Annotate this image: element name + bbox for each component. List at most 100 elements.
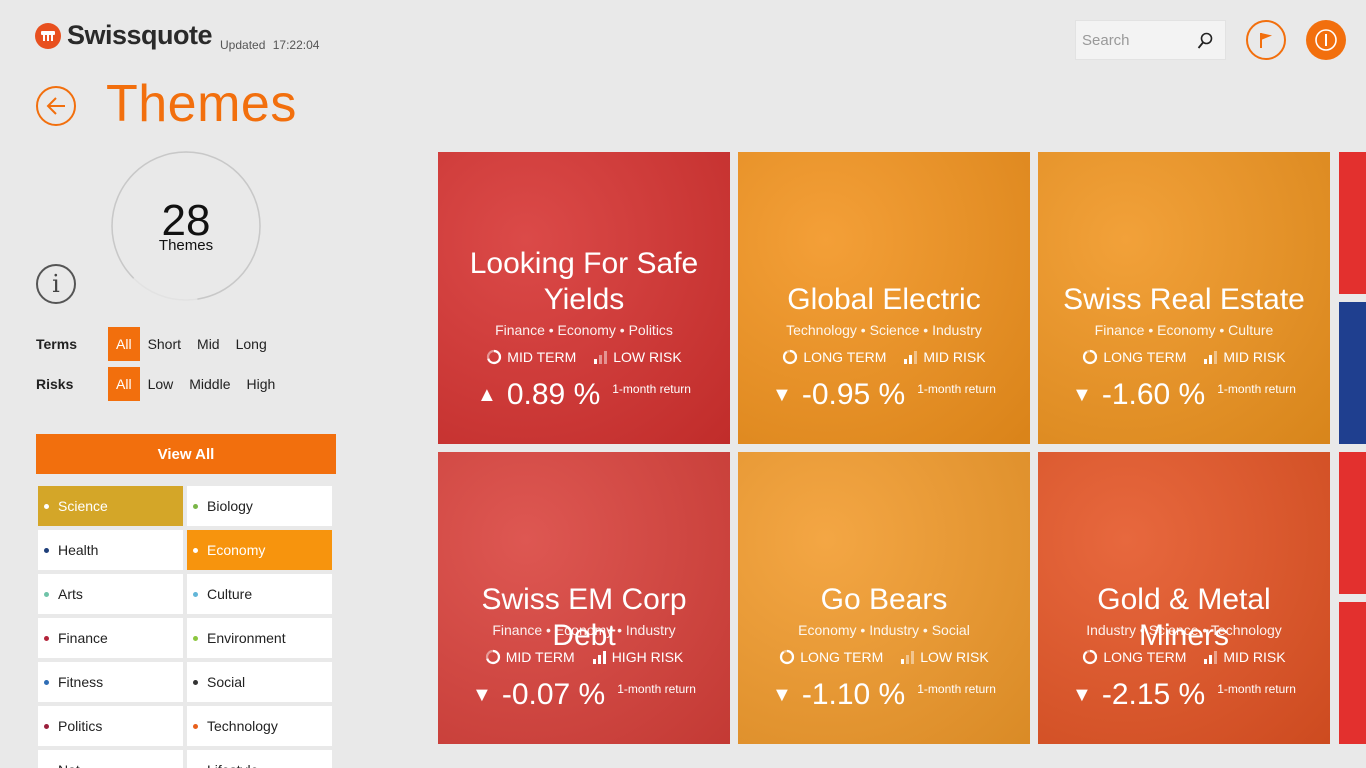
category-culture[interactable]: Culture <box>187 574 332 614</box>
category-label: Social <box>207 674 246 690</box>
return-value: -0.95 % <box>801 378 906 411</box>
tile-title: Gold & Metal Miners <box>1097 583 1271 652</box>
search-box <box>1075 20 1226 60</box>
risks-filter: Risks All Low Middle High <box>36 367 283 401</box>
tile-risk: MID RISK <box>1204 349 1286 365</box>
category-technology[interactable]: Technology <box>187 706 332 746</box>
tile-term: LONG TERM <box>782 349 886 365</box>
info-icon: i <box>52 270 60 298</box>
term-label: LONG TERM <box>803 349 887 365</box>
category-dot <box>193 723 198 729</box>
category-lifestyle[interactable]: Lifestyle <box>187 750 332 768</box>
return-label: 1-month return <box>617 682 696 696</box>
risks-option-low[interactable]: Low <box>140 367 182 401</box>
theme-count-label: Themes <box>158 237 214 254</box>
category-social[interactable]: Social <box>187 662 332 702</box>
terms-option-mid[interactable]: Mid <box>189 327 228 361</box>
return-label: 1-month return <box>917 682 996 696</box>
risk-label: HIGH RISK <box>611 649 684 665</box>
theme-tile[interactable]: Swiss EM Corp Debt Finance • Economy • In… <box>438 452 730 744</box>
category-list: Science Biology Health Economy Arts Culture Fi… <box>38 486 332 768</box>
tile-risk: HIGH RISK <box>592 649 684 665</box>
category-label: Health <box>58 542 99 558</box>
category-environment[interactable]: Environment <box>187 618 332 658</box>
category-dot <box>44 679 49 685</box>
tile-tags: Industry • Science • Technology <box>1086 622 1282 638</box>
category-fitness[interactable]: Fitness <box>38 662 183 702</box>
category-politics[interactable]: Politics <box>38 706 183 746</box>
risks-option-high[interactable]: High <box>239 367 284 401</box>
logo-text: Swissquote <box>67 20 213 50</box>
term-label: MID TERM <box>507 349 577 365</box>
swissquote-logo: Swissquote <box>35 20 213 51</box>
return-value: -1.10 % <box>801 678 906 711</box>
category-label: Lifestyle <box>207 762 258 768</box>
tile-title: Swiss Real Estate <box>1063 283 1305 316</box>
logo-icon <box>35 22 61 49</box>
category-label: Politics <box>58 718 103 734</box>
theme-tile[interactable]: Swiss Real Estate Finance • Economy • Cul… <box>1038 152 1330 444</box>
category-dot <box>44 591 49 597</box>
risk-icon <box>1204 351 1218 364</box>
tile-meta: LONG TERM MID RISK <box>738 349 1030 365</box>
tile-title: Swiss EM Corp Debt <box>481 583 687 652</box>
tile-risk: MID RISK <box>1204 649 1286 665</box>
updated-label: Updated <box>220 38 266 52</box>
terms-option-long[interactable]: Long <box>228 327 275 361</box>
term-label: LONG TERM <box>1103 649 1187 665</box>
tile-title: Global Electric <box>787 283 981 316</box>
category-finance[interactable]: Finance <box>38 618 183 658</box>
tile-title: Looking For Safe Yields <box>469 247 699 316</box>
tile-risk: MID RISK <box>904 349 986 365</box>
category-biology[interactable]: Biology <box>187 486 332 526</box>
category-arts[interactable]: Arts <box>38 574 183 614</box>
page-title: Themes <box>106 75 297 133</box>
down-triangle-icon: ▼ <box>1072 384 1092 406</box>
flag-button[interactable] <box>1246 20 1286 60</box>
return-label: 1-month return <box>1217 682 1296 696</box>
return-value: -2.15 % <box>1101 678 1206 711</box>
category-dot <box>193 635 198 641</box>
risk-icon <box>594 351 608 364</box>
partial-tile[interactable] <box>1339 452 1366 594</box>
terms-option-short[interactable]: Short <box>140 327 189 361</box>
partial-tile[interactable] <box>1339 152 1366 294</box>
term-label: LONG TERM <box>1103 349 1187 365</box>
category-economy[interactable]: Economy <box>187 530 332 570</box>
search-icon[interactable] <box>1197 32 1213 50</box>
tile-meta: MID TERM HIGH RISK <box>438 649 730 665</box>
view-all-button[interactable]: View All <box>36 434 336 474</box>
tile-tags: Finance • Economy • Politics <box>495 322 673 338</box>
tile-return: ▲ 0.89 % 1-month return <box>438 378 730 412</box>
power-button[interactable] <box>1306 20 1346 60</box>
category-nat[interactable]: Nat <box>38 750 183 768</box>
category-label: Biology <box>207 498 253 514</box>
term-icon <box>1083 649 1098 665</box>
tile-meta: LONG TERM MID RISK <box>1038 349 1330 365</box>
category-science[interactable]: Science <box>38 486 183 526</box>
risks-option-all[interactable]: All <box>108 367 140 401</box>
tile-meta: LONG TERM MID RISK <box>1038 649 1330 665</box>
term-icon <box>783 349 798 365</box>
up-triangle-icon: ▲ <box>477 384 497 406</box>
terms-option-all[interactable]: All <box>108 327 140 361</box>
theme-tile[interactable]: Looking For Safe Yields Finance • Economy… <box>438 152 730 444</box>
category-dot <box>44 503 49 509</box>
back-button[interactable] <box>36 86 76 126</box>
category-health[interactable]: Health <box>38 530 183 570</box>
tile-term: MID TERM <box>485 649 575 665</box>
category-label: Technology <box>207 718 278 734</box>
search-input[interactable] <box>1076 21 1186 59</box>
return-label: 1-month return <box>612 382 691 396</box>
category-dot <box>193 679 198 685</box>
return-label: 1-month return <box>1217 382 1296 396</box>
theme-tile[interactable]: Gold & Metal Miners Industry • Science • … <box>1038 452 1330 744</box>
theme-tile[interactable]: Go Bears Economy • Industry • Social LONG … <box>738 452 1030 744</box>
info-button[interactable]: i <box>36 264 76 304</box>
category-label: Arts <box>58 586 83 602</box>
terms-filter: Terms All Short Mid Long <box>36 327 275 361</box>
theme-tile[interactable]: Global Electric Technology • Science • In… <box>738 152 1030 444</box>
partial-tile[interactable] <box>1339 602 1366 744</box>
risks-option-middle[interactable]: Middle <box>181 367 238 401</box>
partial-tile[interactable] <box>1339 302 1366 444</box>
